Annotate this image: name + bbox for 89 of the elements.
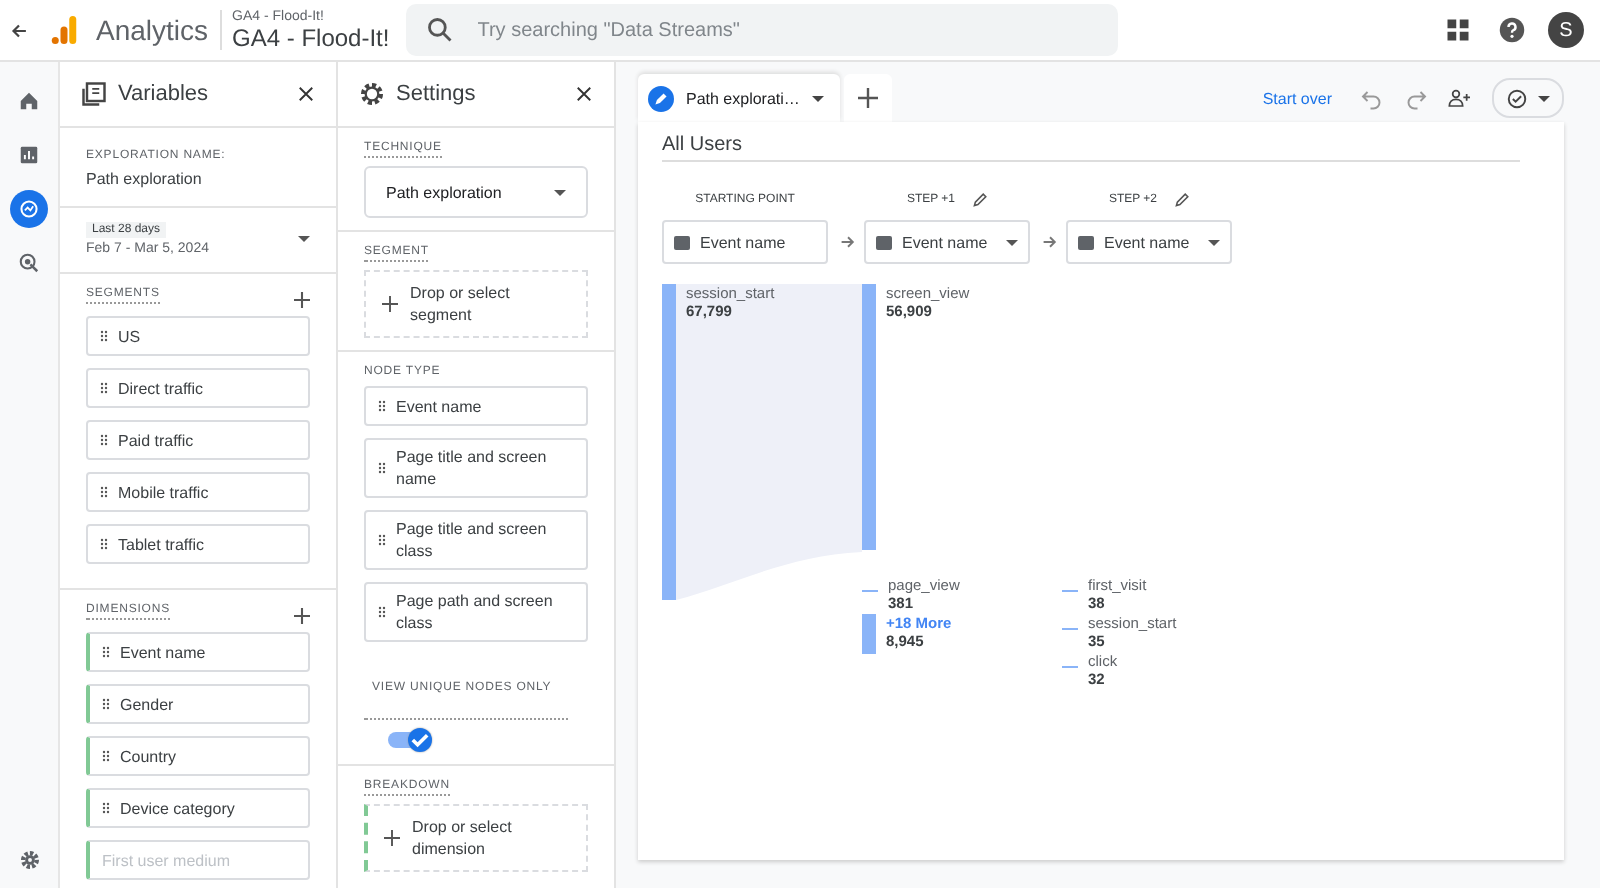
caret-icon [1538, 95, 1550, 101]
start-over-link[interactable]: Start over [1262, 89, 1332, 107]
drag-handle-icon[interactable] [378, 462, 386, 474]
node-type-chip[interactable]: Page title and screen name [364, 438, 588, 498]
status-dropdown[interactable] [1492, 78, 1564, 118]
drag-handle-icon[interactable] [102, 698, 110, 710]
search-input[interactable]: Try searching "Data Streams" [473, 17, 1098, 43]
target-icon [18, 252, 40, 274]
node-type-dropdown[interactable]: Event name [1066, 220, 1232, 264]
drag-handle-icon[interactable] [100, 330, 108, 342]
caret-icon [1006, 239, 1018, 245]
technique-dropdown[interactable]: Path exploration [364, 166, 588, 218]
node-bar[interactable] [862, 613, 876, 655]
drag-handle-icon[interactable] [378, 400, 386, 412]
plus-icon [384, 830, 400, 846]
caret-icon[interactable] [811, 95, 824, 101]
unique-nodes-toggle[interactable] [388, 728, 436, 752]
node-marker[interactable] [1062, 589, 1078, 592]
node-type-dropdown[interactable]: Event name [662, 220, 828, 264]
panel-title: Settings [396, 82, 476, 106]
drag-handle-icon[interactable] [378, 534, 386, 546]
node-marker[interactable] [1062, 665, 1078, 668]
avatar[interactable]: S [1548, 12, 1584, 48]
plus-icon [382, 296, 398, 312]
close-icon[interactable] [296, 84, 316, 104]
panel-title: Variables [118, 82, 209, 106]
drag-handle-icon[interactable] [102, 750, 110, 762]
check-circle-icon [1506, 87, 1528, 109]
plus-icon [857, 88, 878, 108]
node-type-chip[interactable]: Page path and screen class [364, 582, 588, 642]
node-marker[interactable] [1062, 627, 1078, 630]
close-icon[interactable] [574, 84, 594, 104]
node-type-dropdown[interactable]: Event name [864, 220, 1030, 264]
help-icon[interactable] [1498, 16, 1526, 44]
drag-handle-icon[interactable] [102, 802, 110, 814]
back-arrow-icon[interactable] [8, 19, 30, 41]
bar-chart-icon [18, 144, 40, 166]
explore-icon [18, 198, 40, 220]
search-icon [425, 16, 454, 44]
drag-handle-icon[interactable] [100, 382, 108, 394]
check-icon [408, 728, 432, 752]
segment-title: All Users [662, 134, 1520, 162]
rail-item[interactable] [10, 190, 48, 228]
drag-handle-icon[interactable] [102, 646, 110, 658]
exploration-name[interactable]: Path exploration [86, 170, 310, 188]
dimension-chip[interactable]: Event name [86, 632, 310, 672]
home-icon [18, 90, 40, 112]
apps-grid-icon[interactable] [1444, 16, 1472, 44]
segment-chip[interactable]: Mobile traffic [86, 472, 310, 512]
search-field[interactable]: Try searching "Data Streams" [405, 4, 1118, 56]
dimension-drop-zone[interactable]: Drop or select dimension [364, 804, 588, 872]
node-bar[interactable] [662, 284, 676, 600]
settings-icon[interactable] [17, 848, 41, 872]
drag-handle-icon[interactable] [100, 434, 108, 446]
pencil-icon [648, 85, 674, 111]
add-tab-button[interactable] [843, 74, 892, 122]
drag-handle-icon[interactable] [100, 486, 108, 498]
dimension-chip[interactable]: Gender [86, 684, 310, 724]
share-people-icon[interactable] [1448, 86, 1472, 110]
node-type-chip[interactable]: Page title and screen class [364, 510, 588, 570]
node-type-chip[interactable]: Event name [364, 386, 588, 426]
drag-handle-icon[interactable] [378, 606, 386, 618]
pencil-icon[interactable] [971, 192, 988, 208]
arrow-icon [1042, 234, 1058, 250]
app-name: Analytics [96, 14, 209, 46]
property-name[interactable]: GA4 - Flood-It! [232, 26, 390, 50]
logo-icon [50, 14, 78, 46]
caret-icon [298, 236, 310, 242]
segment-chip[interactable]: Paid traffic [86, 420, 310, 460]
variables-icon [80, 80, 108, 108]
settings-icon [358, 80, 386, 108]
add-icon[interactable] [294, 608, 310, 624]
segment-chip[interactable]: US [86, 316, 310, 356]
segment-drop-zone[interactable]: Drop or select segment [364, 270, 588, 338]
pencil-icon[interactable] [1173, 192, 1190, 208]
undo-icon[interactable] [1360, 86, 1384, 110]
add-icon[interactable] [294, 292, 310, 308]
redo-icon[interactable] [1404, 86, 1428, 110]
node-marker[interactable] [862, 589, 878, 592]
drag-handle-icon[interactable] [100, 538, 108, 550]
exploration-tab[interactable]: Path explorati… [638, 74, 840, 122]
arrow-icon [840, 234, 856, 250]
caret-icon [554, 189, 566, 195]
segment-chip[interactable]: Tablet traffic [86, 524, 310, 564]
dimension-chip[interactable]: Device category [86, 788, 310, 828]
segment-chip[interactable]: Direct traffic [86, 368, 310, 408]
caret-icon [1208, 239, 1220, 245]
dimension-chip[interactable]: Country [86, 736, 310, 776]
node-bar[interactable] [862, 284, 876, 550]
